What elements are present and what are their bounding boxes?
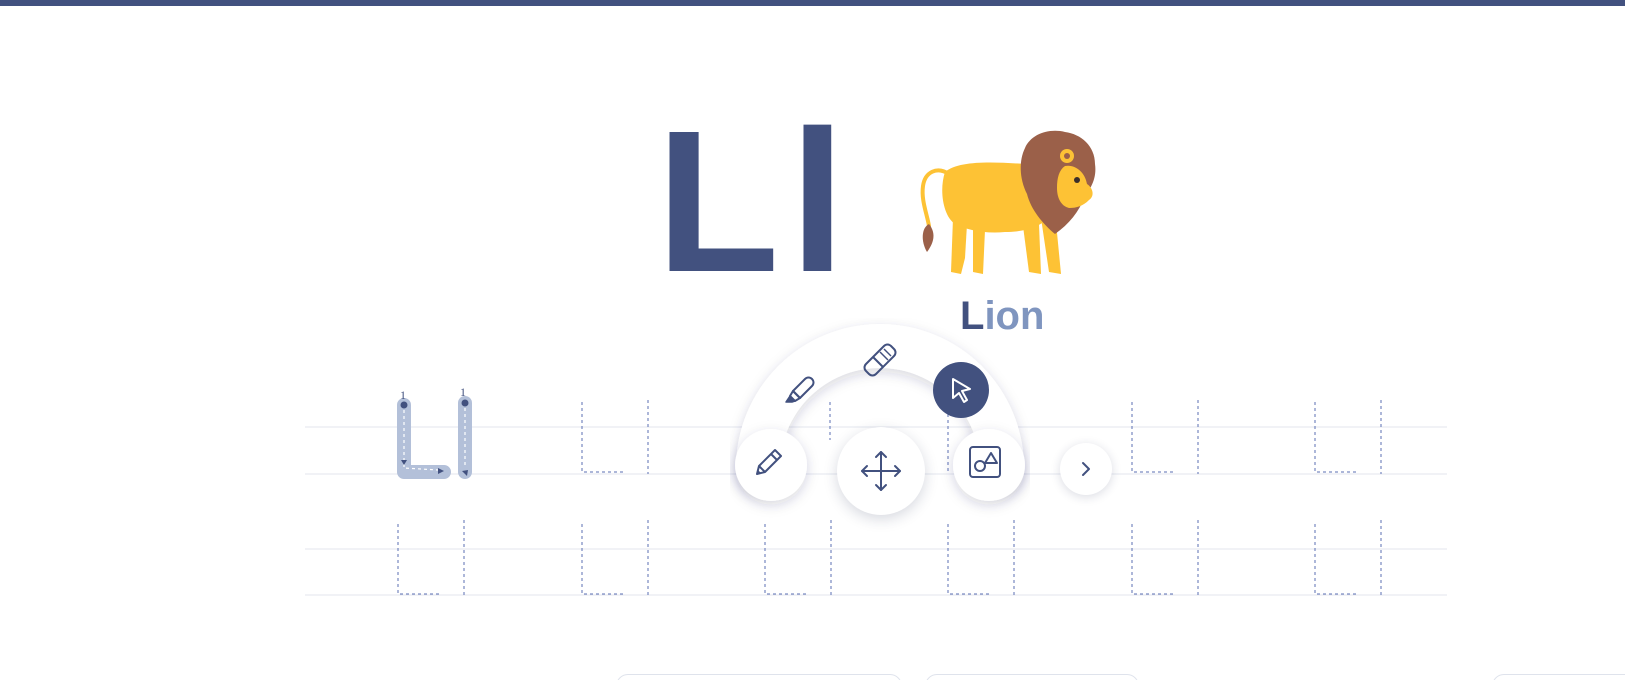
pencil-tool-button[interactable] [738,431,800,493]
image-icon [969,446,1001,478]
tool-menu [730,318,1030,538]
move-tool-button[interactable] [837,427,925,515]
worksheet-page: Ll Lion 1 1 [0,0,1625,680]
top-accent-bar [0,0,1625,6]
eraser-icon [863,343,897,377]
eraser-tool-button[interactable] [854,332,906,384]
chevron-right-icon [1082,462,1090,476]
next-button[interactable] [1060,443,1112,495]
letter-heading: Ll [656,88,856,314]
stroke-number-1: 1 [400,388,406,402]
pencil-icon [756,449,782,475]
marker-tool-button[interactable] [774,364,826,416]
stroke-number-2: 1 [460,385,466,399]
image-tool-button[interactable] [956,433,1014,491]
bottom-tab-1[interactable] [616,674,902,680]
example-letter-trace: 1 1 [397,385,472,479]
pointer-icon [952,378,971,403]
marker-icon [785,376,815,403]
pointer-tool-button[interactable] [933,362,989,418]
bottom-tab-2[interactable] [925,674,1139,680]
lion-icon [920,130,1096,274]
bottom-tab-3[interactable] [1492,674,1625,680]
move-icon [861,451,901,491]
